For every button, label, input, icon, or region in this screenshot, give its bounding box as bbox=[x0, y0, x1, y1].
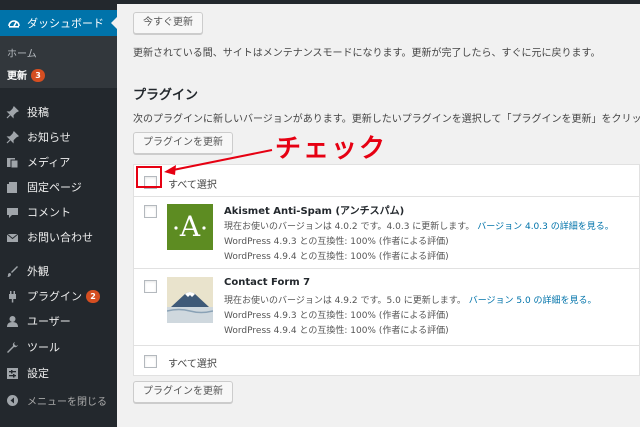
sidebar-item-comments[interactable]: コメント bbox=[0, 201, 117, 223]
plugin-name-contact-form-7: Contact Form 7 bbox=[224, 277, 311, 288]
update-plugins-button-top[interactable]: プラグインを更新 bbox=[133, 132, 233, 154]
row-divider bbox=[134, 268, 640, 269]
contact-form-7-logo bbox=[166, 277, 214, 323]
update-plugins-button-bottom[interactable]: プラグインを更新 bbox=[133, 381, 233, 403]
version-info-text: 現在お使いのバージョンは 4.0.2 です。4.0.3 に更新します。 bbox=[224, 222, 475, 232]
user-icon bbox=[6, 315, 19, 328]
sidebar-item-media[interactable]: メディア bbox=[0, 151, 117, 173]
compat-line: WordPress 4.9.4 との互換性: 100% (作者による評価) bbox=[224, 326, 449, 336]
submenu-updates[interactable]: 更新 3 bbox=[7, 67, 45, 82]
collapse-menu-label: メニューを閉じる bbox=[27, 396, 107, 408]
sidebar-item-posts[interactable]: 投稿 bbox=[0, 101, 117, 123]
collapse-menu-button[interactable]: メニューを閉じる bbox=[0, 389, 117, 411]
plugin-version-line: 現在お使いのバージョンは 4.9.2 です。5.0 に更新します。 バージョン … bbox=[224, 293, 597, 306]
select-all-label-top: すべて選択 bbox=[168, 180, 217, 191]
sidebar-item-plugins[interactable]: プラグイン 2 bbox=[0, 285, 117, 307]
submenu-home[interactable]: ホーム bbox=[7, 45, 37, 60]
plugin-details-link[interactable]: バージョン 4.0.3 の詳細を見る。 bbox=[477, 222, 613, 232]
sidebar-item-label: お知らせ bbox=[27, 131, 71, 144]
wrench-icon bbox=[6, 341, 19, 354]
compat-line: WordPress 4.9.4 との互換性: 100% (作者による評価) bbox=[224, 252, 449, 262]
sidebar-item-label: コメント bbox=[27, 206, 71, 219]
plugin-icon bbox=[6, 290, 19, 303]
row-divider bbox=[134, 345, 640, 346]
plugin-version-line: 現在お使いのバージョンは 4.0.2 です。4.0.3 に更新します。 バージョ… bbox=[224, 219, 614, 232]
annotation-label: チェック bbox=[275, 134, 388, 164]
sidebar-item-label: ツール bbox=[27, 341, 60, 354]
admin-sidebar: ダッシュボード ホーム 更新 3 投稿 お知らせ メディア 固定ページ コメント … bbox=[0, 0, 117, 427]
sidebar-item-tools[interactable]: ツール bbox=[0, 336, 117, 358]
sidebar-item-label: ユーザー bbox=[27, 315, 71, 328]
sidebar-item-settings[interactable]: 設定 bbox=[0, 362, 117, 384]
sidebar-item-label: 設定 bbox=[27, 367, 49, 380]
submenu-updates-label: 更新 bbox=[7, 71, 27, 82]
pushpin-icon bbox=[6, 105, 19, 119]
sidebar-item-label: ダッシュボード bbox=[27, 17, 104, 30]
sidebar-item-label: メディア bbox=[27, 156, 71, 169]
plugin-name-akismet: Akismet Anti-Spam (アンチスパム) bbox=[224, 206, 405, 217]
row-divider bbox=[134, 196, 640, 197]
plugin-checkbox-akismet[interactable] bbox=[144, 205, 157, 218]
dashboard-icon bbox=[7, 16, 21, 30]
akismet-logo-letter: A bbox=[179, 210, 201, 243]
comment-icon bbox=[6, 206, 19, 219]
plugins-count-badge: 2 bbox=[86, 289, 100, 303]
settings-icon bbox=[6, 367, 19, 380]
sidebar-item-label: 投稿 bbox=[27, 106, 49, 119]
collapse-icon bbox=[6, 394, 19, 407]
paintbrush-icon bbox=[6, 265, 19, 278]
plugin-details-link[interactable]: バージョン 5.0 の詳細を見る。 bbox=[469, 296, 597, 306]
select-all-checkbox-bottom[interactable] bbox=[144, 355, 157, 368]
sidebar-item-pages[interactable]: 固定ページ bbox=[0, 176, 117, 198]
akismet-logo: A bbox=[167, 204, 213, 250]
sidebar-item-dashboard[interactable]: ダッシュボード bbox=[0, 10, 117, 36]
pushpin-icon bbox=[6, 130, 19, 144]
sidebar-item-users[interactable]: ユーザー bbox=[0, 310, 117, 332]
sidebar-item-label: プラグイン bbox=[27, 290, 82, 303]
main-content: 今すぐ更新 更新されている間、サイトはメンテナンスモードになります。更新が完了し… bbox=[117, 4, 640, 427]
plugin-checkbox-contact-form-7[interactable] bbox=[144, 280, 157, 293]
version-info-text: 現在お使いのバージョンは 4.9.2 です。5.0 に更新します。 bbox=[224, 296, 466, 306]
sidebar-item-contact[interactable]: お問い合わせ bbox=[0, 226, 117, 248]
submenu-home-label: ホーム bbox=[7, 49, 37, 60]
page-icon bbox=[6, 181, 19, 194]
plugins-heading: プラグイン bbox=[133, 88, 199, 103]
plugins-table: すべて選択 A Akismet Anti-Spam (アンチスパム) 現在お使い… bbox=[133, 164, 640, 376]
sidebar-item-news[interactable]: お知らせ bbox=[0, 126, 117, 148]
update-now-button[interactable]: 今すぐ更新 bbox=[133, 12, 203, 34]
sidebar-item-label: 固定ページ bbox=[27, 181, 82, 194]
select-all-label-bottom: すべて選択 bbox=[168, 359, 217, 370]
media-icon bbox=[6, 156, 19, 169]
updates-count-badge: 3 bbox=[31, 69, 45, 82]
maintenance-note: 更新されている間、サイトはメンテナンスモードになります。更新が完了したら、すぐに… bbox=[133, 48, 601, 59]
sidebar-item-label: お問い合わせ bbox=[27, 231, 93, 244]
dashboard-submenu: ホーム 更新 3 bbox=[0, 36, 117, 88]
sidebar-item-label: 外観 bbox=[27, 265, 49, 278]
highlight-box bbox=[136, 166, 162, 188]
compat-line: WordPress 4.9.3 との互換性: 100% (作者による評価) bbox=[224, 311, 449, 321]
mail-icon bbox=[6, 231, 19, 244]
plugins-intro: 次のプラグインに新しいバージョンがあります。更新したいプラグインを選択して「プラ… bbox=[133, 114, 640, 125]
sidebar-item-appearance[interactable]: 外観 bbox=[0, 260, 117, 282]
compat-line: WordPress 4.9.3 との互換性: 100% (作者による評価) bbox=[224, 237, 449, 247]
